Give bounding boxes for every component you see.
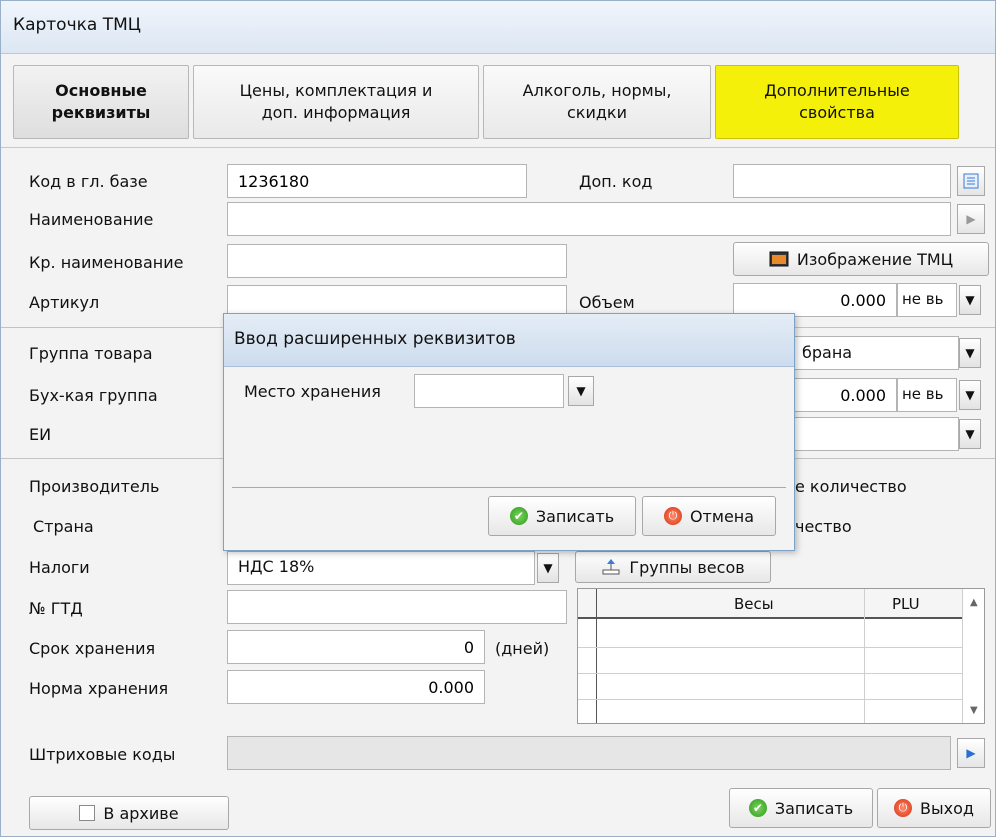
- storage-norm-input[interactable]: [227, 670, 485, 704]
- weight-groups-button[interactable]: Группы весов: [575, 551, 771, 583]
- image-icon: [769, 251, 789, 267]
- name-label: Наименование: [29, 210, 154, 229]
- scales-table[interactable]: Весы PLU ▲ ▼: [577, 588, 985, 724]
- extra-code-label: Доп. код: [579, 172, 653, 191]
- volume-label: Объем: [579, 293, 635, 312]
- storage-place-chevron-down-icon[interactable]: ▼: [568, 376, 594, 406]
- short-name-label: Кр. наименование: [29, 253, 184, 272]
- accounting-value-input[interactable]: [791, 378, 897, 412]
- shelf-life-label: Срок хранения: [29, 639, 156, 658]
- exit-button-label: Выход: [920, 798, 974, 818]
- column-divider: [864, 589, 865, 723]
- storage-place-input[interactable]: [414, 374, 564, 408]
- storage-norm-label: Норма хранения: [29, 679, 169, 698]
- dialog-cancel-button[interactable]: ⏻ Отмена: [642, 496, 776, 536]
- name-input[interactable]: [227, 202, 951, 236]
- tab-bar: Основные реквизиты Цены, комплектация и до…: [1, 55, 995, 148]
- gtd-label: № ГТД: [29, 599, 83, 618]
- shelf-life-input[interactable]: [227, 630, 485, 664]
- dialog-save-button[interactable]: ✔ Записать: [488, 496, 636, 536]
- accounting-unit-select[interactable]: не вь: [897, 378, 957, 412]
- power-icon: ⏻: [663, 507, 682, 525]
- accounting-unit-chevron-down-icon[interactable]: ▼: [959, 380, 981, 410]
- weight-groups-button-label: Группы весов: [629, 557, 745, 577]
- tab-additional-line1: Дополнительные: [764, 81, 910, 100]
- check-icon: ✔: [509, 507, 528, 525]
- volume-input[interactable]: [733, 283, 897, 317]
- scales-icon: [602, 559, 620, 575]
- extended-details-dialog: Ввод расширенных реквизитов Место хранен…: [223, 313, 795, 551]
- item-image-button[interactable]: Изображение ТМЦ: [733, 242, 989, 276]
- column-header-plu: PLU: [892, 595, 920, 613]
- dialog-save-button-label: Записать: [535, 506, 615, 526]
- taxes-label: Налоги: [29, 558, 90, 577]
- extra-code-input[interactable]: [733, 164, 951, 198]
- volume-unit-select[interactable]: не вь: [897, 283, 957, 317]
- column-divider: [962, 589, 963, 723]
- short-name-input[interactable]: [227, 244, 567, 278]
- taxes-chevron-down-icon[interactable]: ▼: [537, 553, 559, 583]
- product-group-select[interactable]: брана: [791, 336, 959, 370]
- checkbox-icon[interactable]: [79, 805, 96, 821]
- scroll-up-icon[interactable]: ▲: [970, 597, 978, 608]
- tab-prices-line1: Цены, комплектация и: [239, 81, 433, 100]
- product-group-label: Группа товара: [29, 344, 153, 363]
- column-header-scales: Весы: [734, 595, 774, 613]
- table-row[interactable]: [578, 673, 962, 674]
- play-arrow-icon[interactable]: ▶: [957, 738, 985, 768]
- quantity-text: е количество: [795, 477, 907, 496]
- row-indicator-line: [596, 589, 597, 723]
- volume-unit-chevron-down-icon[interactable]: ▼: [959, 285, 981, 315]
- tab-main-details-line2: реквизиты: [51, 103, 151, 122]
- tab-alcohol-line1: Алкоголь, нормы,: [522, 81, 672, 100]
- gtd-input[interactable]: [227, 590, 567, 624]
- tab-main-details[interactable]: Основные реквизиты: [13, 65, 189, 139]
- storage-place-label: Место хранения: [244, 382, 381, 401]
- quantity-text-2: чество: [795, 517, 852, 536]
- tab-additional-line2: свойства: [799, 103, 875, 122]
- item-card-window: Карточка ТМЦ Основные реквизиты Цены, ком…: [0, 0, 996, 837]
- dialog-title: Ввод расширенных реквизитов: [234, 329, 516, 349]
- unit-label: ЕИ: [29, 425, 52, 444]
- manufacturer-label: Производитель: [29, 477, 160, 496]
- tab-additional-properties[interactable]: Дополнительные свойства: [715, 65, 959, 139]
- item-image-button-label: Изображение ТМЦ: [796, 249, 954, 269]
- country-label: Страна: [33, 517, 94, 536]
- code-input[interactable]: [227, 164, 527, 198]
- archive-checkbox[interactable]: В архиве: [29, 796, 229, 830]
- list-icon[interactable]: [957, 166, 985, 196]
- tab-prices-line2: доп. информация: [261, 103, 411, 122]
- dialog-cancel-button-label: Отмена: [689, 506, 755, 526]
- taxes-select[interactable]: НДС 18%: [227, 551, 535, 585]
- tab-prices[interactable]: Цены, комплектация и доп. информация: [193, 65, 479, 139]
- power-icon: ⏻: [894, 799, 913, 817]
- save-button-label: Записать: [774, 798, 854, 818]
- accounting-group-label: Бух-кая группа: [29, 386, 158, 405]
- title-bar: Карточка ТМЦ: [1, 1, 995, 54]
- code-label: Код в гл. базе: [29, 172, 148, 191]
- product-group-chevron-down-icon[interactable]: ▼: [959, 338, 981, 368]
- window-title: Карточка ТМЦ: [13, 15, 141, 35]
- dialog-divider: [232, 487, 786, 488]
- archive-label: В архиве: [103, 803, 179, 823]
- barcodes-label: Штриховые коды: [29, 745, 176, 764]
- play-arrow-icon[interactable]: ▶: [957, 204, 985, 234]
- unit-select[interactable]: [791, 417, 959, 451]
- exit-button[interactable]: ⏻ Выход: [877, 788, 991, 828]
- table-row[interactable]: [578, 647, 962, 648]
- article-label: Артикул: [29, 293, 100, 312]
- dialog-title-bar: Ввод расширенных реквизитов: [224, 314, 794, 367]
- tab-main-details-line1: Основные: [55, 81, 147, 100]
- check-icon: ✔: [748, 799, 767, 817]
- tab-alcohol[interactable]: Алкоголь, нормы, скидки: [483, 65, 711, 139]
- tab-alcohol-line2: скидки: [567, 103, 627, 122]
- shelf-life-unit: (дней): [495, 639, 550, 658]
- table-row[interactable]: [578, 699, 962, 700]
- save-button[interactable]: ✔ Записать: [729, 788, 873, 828]
- barcodes-field[interactable]: [227, 736, 951, 770]
- scroll-down-icon[interactable]: ▼: [970, 705, 978, 716]
- unit-chevron-down-icon[interactable]: ▼: [959, 419, 981, 449]
